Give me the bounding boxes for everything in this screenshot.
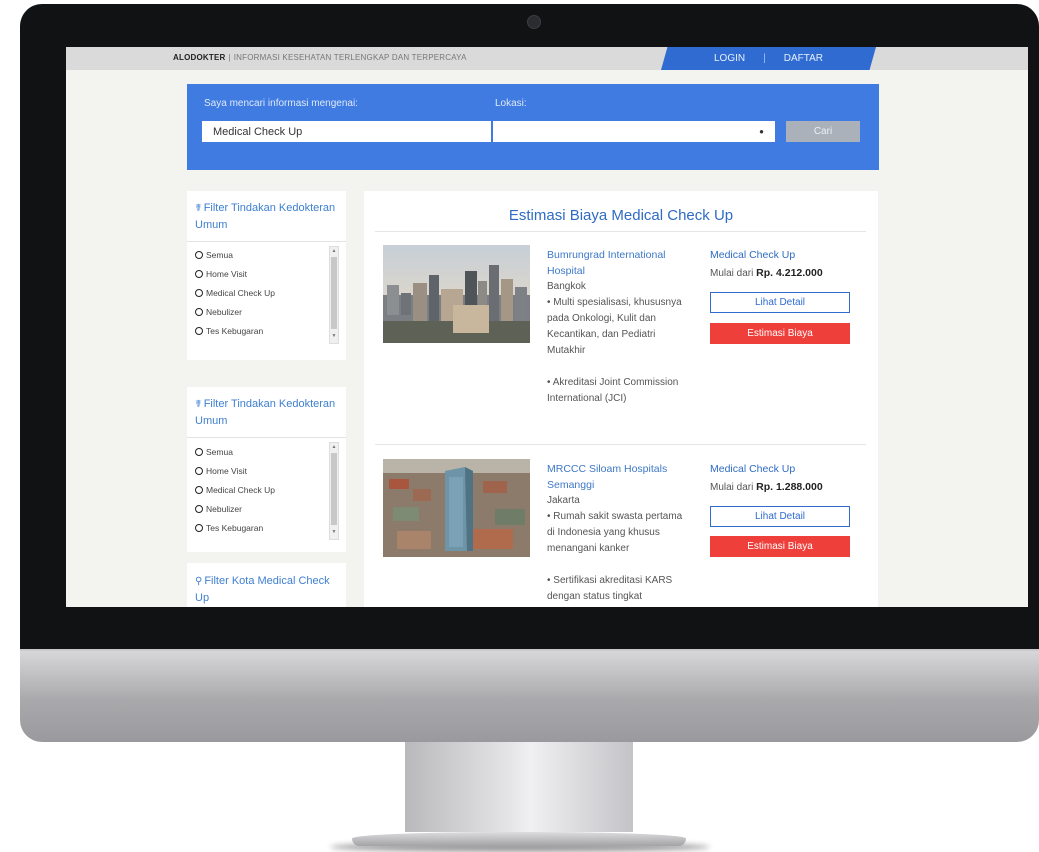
radio-icon bbox=[195, 327, 203, 335]
price-text: Mulai dari Rp. 1.288.000 bbox=[710, 481, 823, 493]
webcam bbox=[527, 15, 541, 29]
view-detail-button[interactable]: Lihat Detail bbox=[710, 292, 850, 313]
top-bar: ALODOKTER | INFORMASI KESEHATAN TERLENGKAP… bbox=[66, 47, 1028, 70]
radio-icon bbox=[195, 251, 203, 259]
filter-box-kedokteran: ☤ Filter Tindakan Kedokteran Umum Semua H… bbox=[187, 191, 346, 360]
filter-title: Filter Kota Medical Check Up bbox=[195, 575, 330, 604]
radio-icon bbox=[195, 289, 203, 297]
filter-scrollbar[interactable]: ▲ ▼ bbox=[329, 246, 339, 344]
service-name: Medical Check Up bbox=[710, 463, 796, 475]
search-label: Saya mencari informasi mengenai: bbox=[204, 98, 358, 109]
filter-option-nebulizer[interactable]: Nebulizer bbox=[195, 504, 242, 514]
location-label: Lokasi: bbox=[495, 98, 527, 109]
filter-option-tes-kebugaran[interactable]: Tes Kebugaran bbox=[195, 326, 263, 336]
filter-option-nebulizer[interactable]: Nebulizer bbox=[195, 307, 242, 317]
radio-icon bbox=[195, 486, 203, 494]
price-value: Rp. 4.212.000 bbox=[756, 267, 823, 279]
filter-option-home-visit[interactable]: Home Visit bbox=[195, 269, 247, 279]
service-name: Medical Check Up bbox=[710, 249, 796, 261]
hospital-photo[interactable] bbox=[383, 459, 530, 557]
search-panel: Saya mencari informasi mengenai: Lokasi:… bbox=[187, 84, 879, 170]
estimate-cost-button[interactable]: Estimasi Biaya bbox=[710, 323, 850, 344]
account-nav: LOGIN | DAFTAR bbox=[661, 47, 876, 70]
scrollbar-thumb[interactable] bbox=[331, 453, 337, 525]
filter-option-semua[interactable]: Semua bbox=[195, 447, 233, 457]
stethoscope-icon: ☤ bbox=[195, 399, 202, 410]
filter-option-tes-kebugaran[interactable]: Tes Kebugaran bbox=[195, 523, 263, 533]
filter-option-home-visit[interactable]: Home Visit bbox=[195, 466, 247, 476]
hospital-feature: • Multi spesialisasi, khususnya pada Onk… bbox=[547, 297, 682, 356]
filter-option-medical-check-up[interactable]: Medical Check Up bbox=[195, 485, 275, 495]
login-link[interactable]: LOGIN bbox=[714, 53, 745, 64]
radio-icon bbox=[195, 505, 203, 513]
filter-title: Filter Tindakan Kedokteran Umum bbox=[195, 202, 336, 231]
location-select[interactable]: ● bbox=[493, 121, 775, 142]
scroll-down-icon[interactable]: ▼ bbox=[330, 529, 338, 535]
monitor-chin bbox=[20, 649, 1039, 742]
hospital-city: Bangkok bbox=[547, 281, 586, 292]
scrollbar-thumb[interactable] bbox=[331, 257, 337, 329]
hospital-feature: • Sertifikasi akreditasi KARS dengan sta… bbox=[547, 575, 673, 602]
search-button[interactable]: Cari bbox=[786, 121, 860, 142]
monitor-stand-neck bbox=[405, 742, 633, 832]
filter-scrollbar[interactable]: ▲ ▼ bbox=[329, 442, 339, 540]
stethoscope-icon: ☤ bbox=[195, 203, 202, 214]
search-input[interactable] bbox=[202, 121, 491, 142]
radio-icon bbox=[195, 467, 203, 475]
filter-box-kota: ⚲ Filter Kota Medical Check Up bbox=[187, 563, 346, 607]
scroll-up-icon[interactable]: ▲ bbox=[330, 248, 338, 254]
scroll-down-icon[interactable]: ▼ bbox=[330, 333, 338, 339]
filter-title: Filter Tindakan Kedokteran Umum bbox=[195, 398, 336, 427]
hospital-city: Jakarta bbox=[547, 495, 580, 506]
filter-option-semua[interactable]: Semua bbox=[195, 250, 233, 260]
hospital-feature: • Akreditasi Joint Commission Internatio… bbox=[547, 377, 679, 404]
brand-name[interactable]: ALODOKTER bbox=[173, 53, 225, 62]
register-link[interactable]: DAFTAR bbox=[784, 53, 823, 64]
results-title: Estimasi Biaya Medical Check Up bbox=[508, 207, 734, 224]
hospital-name-link[interactable]: MRCCC Siloam Hospitals Semanggi bbox=[547, 461, 687, 493]
filter-box-kedokteran-2: ☤ Filter Tindakan Kedokteran Umum Semua H… bbox=[187, 387, 346, 552]
radio-icon bbox=[195, 308, 203, 316]
map-pin-icon: ⚲ bbox=[195, 576, 203, 587]
hospital-photo[interactable] bbox=[383, 245, 530, 343]
scroll-up-icon[interactable]: ▲ bbox=[330, 444, 338, 450]
price-text: Mulai dari Rp. 4.212.000 bbox=[710, 267, 823, 279]
filter-option-medical-check-up[interactable]: Medical Check Up bbox=[195, 288, 275, 298]
radio-icon bbox=[195, 448, 203, 456]
price-value: Rp. 1.288.000 bbox=[756, 481, 823, 493]
website-screen: ALODOKTER | INFORMASI KESEHATAN TERLENGKAP… bbox=[66, 47, 1028, 607]
brand-tagline: INFORMASI KESEHATAN TERLENGKAP DAN TERPE… bbox=[233, 53, 467, 62]
view-detail-button[interactable]: Lihat Detail bbox=[710, 506, 850, 527]
radio-icon bbox=[195, 270, 203, 278]
dropdown-arrow-icon: ● bbox=[759, 127, 764, 136]
estimate-cost-button[interactable]: Estimasi Biaya bbox=[710, 536, 850, 557]
monitor-stand-base bbox=[352, 832, 686, 846]
results-panel: Estimasi Biaya Medical Check Up Bumrungr… bbox=[364, 191, 878, 607]
site-brand: ALODOKTER | INFORMASI KESEHATAN TERLENGKAP… bbox=[173, 53, 467, 62]
hospital-name-link[interactable]: Bumrungrad International Hospital bbox=[547, 247, 687, 279]
radio-icon bbox=[195, 524, 203, 532]
hospital-feature: • Rumah sakit swasta pertama di Indonesi… bbox=[547, 511, 683, 554]
